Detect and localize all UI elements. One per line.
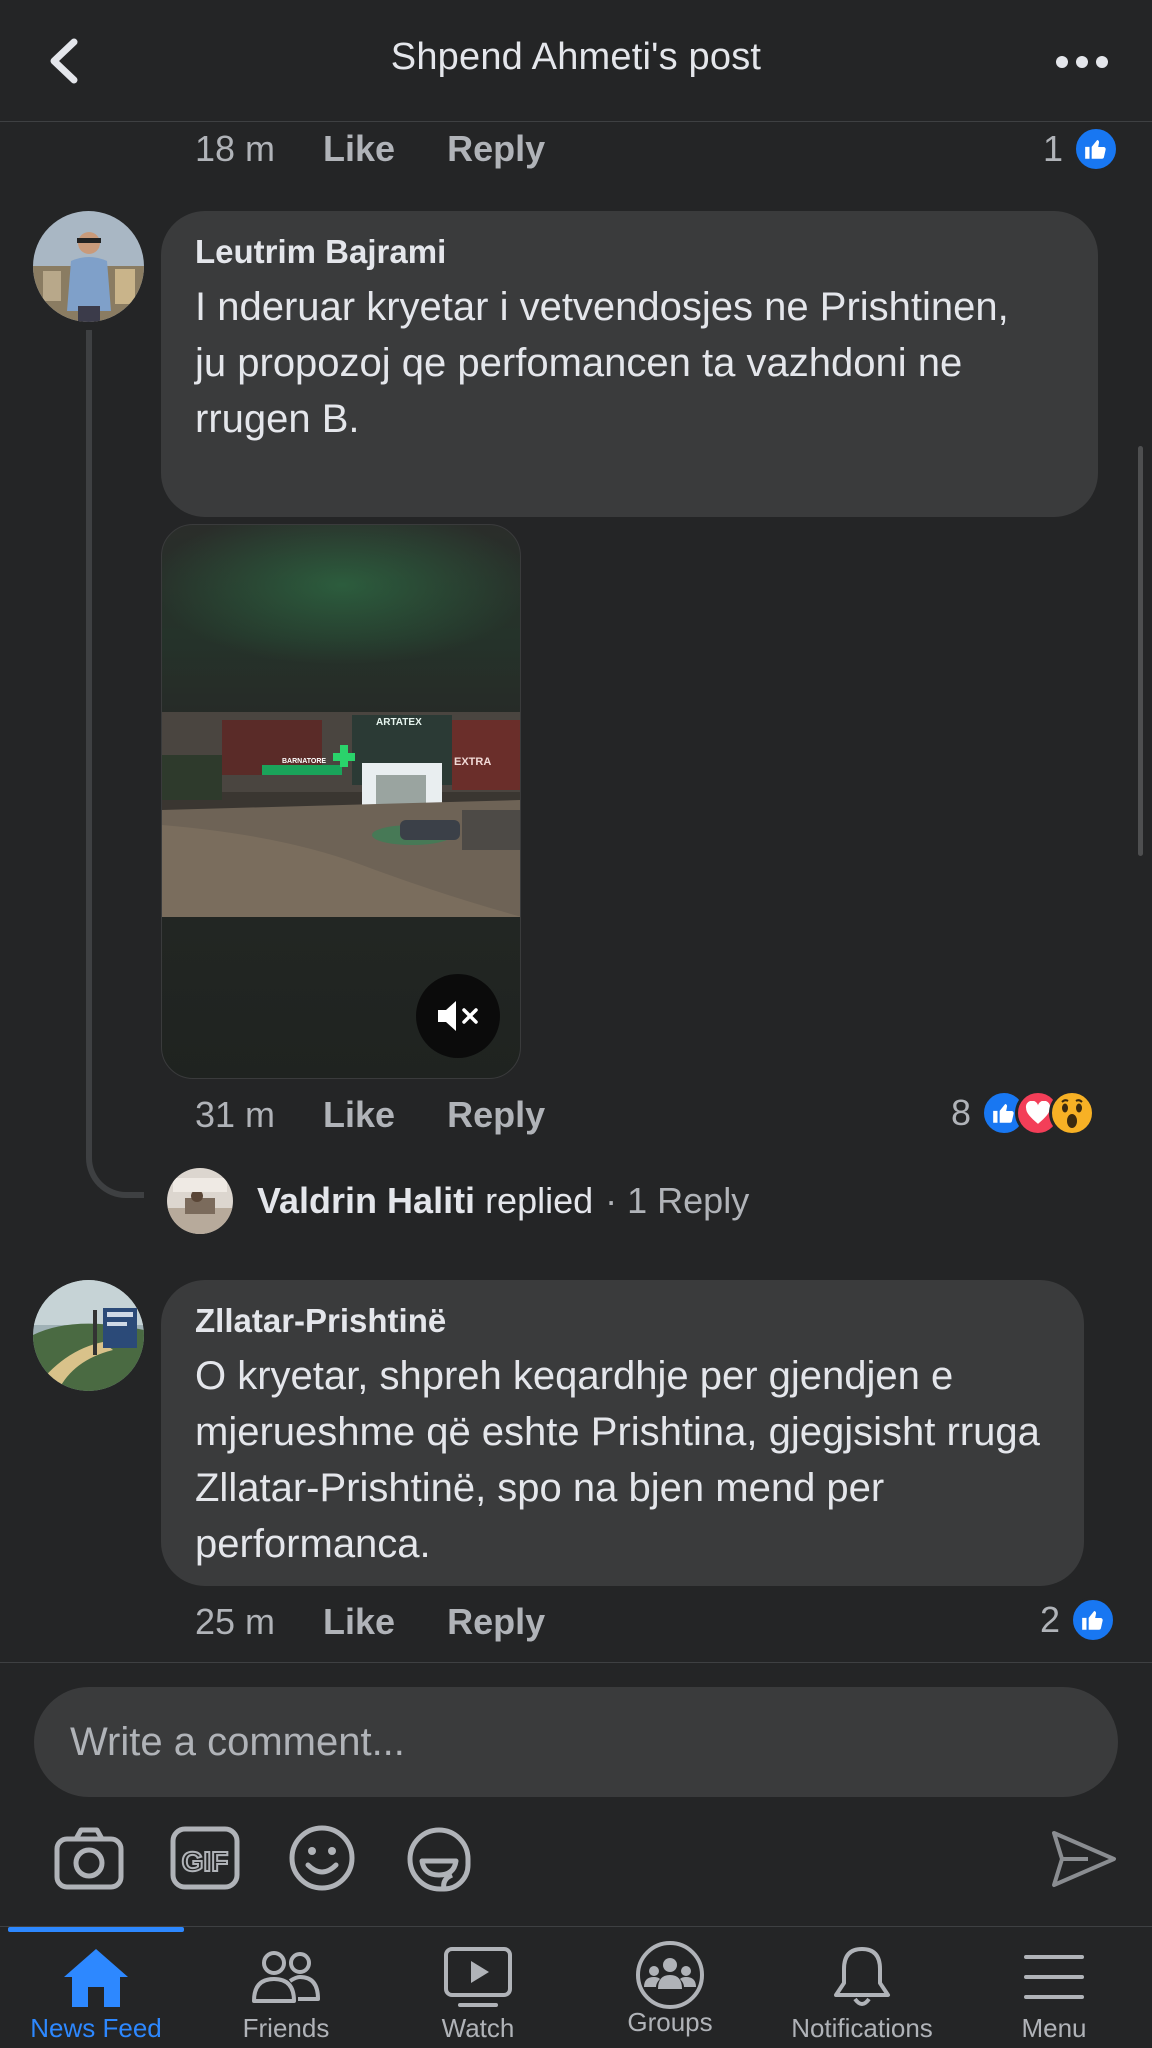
like-button[interactable]: Like xyxy=(323,128,395,170)
top-nav-bar: Shpend Ahmeti's post xyxy=(0,0,1152,122)
reply-action: replied xyxy=(485,1180,594,1221)
comment-bubble[interactable]: Zllatar-Prishtinë O kryetar, shpreh keqa… xyxy=(161,1280,1084,1586)
reaction-count: 1 xyxy=(1043,128,1064,169)
mute-toggle-button[interactable] xyxy=(416,974,500,1058)
scrollbar[interactable] xyxy=(1138,446,1143,856)
sticker-button[interactable] xyxy=(402,1821,476,1895)
home-icon xyxy=(64,1949,128,2007)
svg-text:GIF: GIF xyxy=(182,1846,229,1877)
post-comments-screen: Shpend Ahmeti's post 18 m Like Reply 1 L… xyxy=(0,0,1152,2048)
comment-composer: GIF xyxy=(0,1662,1152,1926)
video-sign-extra: EXTRA xyxy=(454,756,491,768)
sticker-icon xyxy=(407,1827,471,1892)
tab-friends[interactable]: Friends xyxy=(190,1937,382,2047)
tab-label: Menu xyxy=(1021,2013,1087,2043)
comment-author[interactable]: Zllatar-Prishtinë xyxy=(195,1302,1050,1340)
speaker-muted-icon xyxy=(438,1001,478,1031)
avatar[interactable] xyxy=(33,211,144,322)
comment-author[interactable]: Leutrim Bajrami xyxy=(195,233,1064,271)
more-horizontal-icon xyxy=(1056,56,1108,68)
active-tab-indicator xyxy=(8,1927,184,1932)
tab-groups[interactable]: Groups xyxy=(574,1937,766,2047)
gif-icon: GIF xyxy=(170,1826,240,1890)
menu-icon xyxy=(1024,1955,1084,1999)
reply-button[interactable]: Reply xyxy=(447,1601,545,1643)
gif-button[interactable]: GIF xyxy=(168,1821,242,1895)
reply-preview[interactable]: Valdrin Haliti replied · 1 Reply xyxy=(257,1178,749,1224)
reaction-summary[interactable]: 1 xyxy=(1043,124,1120,174)
send-button[interactable] xyxy=(1048,1823,1120,1895)
video-sign-barnatore: BARNATORE xyxy=(282,758,326,765)
comment-input[interactable] xyxy=(34,1687,1118,1797)
reaction-count: 2 xyxy=(1040,1599,1061,1640)
avatar-photo xyxy=(167,1168,233,1234)
reply-author[interactable]: Valdrin Haliti xyxy=(257,1180,475,1222)
comment-bubble[interactable]: Leutrim Bajrami I nderuar kryetar i vetv… xyxy=(161,211,1098,517)
like-reaction-icon xyxy=(1070,1597,1117,1643)
like-button[interactable]: Like xyxy=(323,1601,395,1643)
comment-text: I nderuar kryetar i vetvendosjes ne Pris… xyxy=(195,285,1009,441)
bottom-tab-bar: News Feed Friends Watch Groups Notificat… xyxy=(0,1926,1152,2048)
avatar[interactable] xyxy=(33,1280,144,1391)
wow-reaction-icon xyxy=(1049,1090,1096,1136)
video-sign-artatex: ARTATEX xyxy=(376,717,422,728)
like-button[interactable]: Like xyxy=(323,1094,395,1136)
reply-button[interactable]: Reply xyxy=(447,1094,545,1136)
like-reaction-icon xyxy=(1073,126,1120,172)
camera-button[interactable] xyxy=(52,1821,126,1895)
groups-icon xyxy=(636,1941,704,2009)
tab-label: Friends xyxy=(242,2013,330,2043)
tab-watch[interactable]: Watch xyxy=(382,1937,574,2047)
tab-label: News Feed xyxy=(30,2013,162,2043)
comment-time: 18 m xyxy=(195,128,276,169)
comment-meta-previous: 18 m Like Reply xyxy=(195,124,597,174)
reaction-summary[interactable]: 2 xyxy=(1040,1595,1117,1645)
comment-time: 25 m xyxy=(195,1601,276,1642)
reaction-summary[interactable]: 8 xyxy=(951,1088,1096,1138)
tab-label: Notifications xyxy=(791,2013,933,2043)
avatar-photo xyxy=(33,1280,144,1391)
comment-meta: 31 m Like Reply xyxy=(195,1090,597,1140)
emoji-icon xyxy=(289,1825,355,1891)
comment-meta: 25 m Like Reply xyxy=(195,1597,597,1647)
avatar-photo xyxy=(33,211,144,322)
reply-count[interactable]: · 1 Reply xyxy=(605,1180,749,1222)
reaction-count: 8 xyxy=(951,1092,972,1133)
more-options-button[interactable] xyxy=(1052,44,1112,80)
tab-news-feed[interactable]: News Feed xyxy=(0,1937,192,2047)
thread-connector-line xyxy=(86,330,144,1198)
friends-icon xyxy=(252,1951,320,2003)
watch-icon xyxy=(444,1947,512,2007)
emoji-button[interactable] xyxy=(285,1821,359,1895)
tab-label: Watch xyxy=(441,2013,515,2043)
video-attachment[interactable]: ARTATEX BARNATORE EXTRA xyxy=(161,524,521,1079)
bell-icon xyxy=(834,1947,890,2006)
camera-icon xyxy=(54,1827,124,1890)
page-title: Shpend Ahmeti's post xyxy=(390,36,762,78)
comment-text: O kryetar, shpreh keqardhje per gjendjen… xyxy=(195,1354,1040,1566)
tab-menu[interactable]: Menu xyxy=(958,1937,1150,2047)
comment-time: 31 m xyxy=(195,1094,276,1135)
tab-label: Groups xyxy=(627,2007,713,2037)
avatar[interactable] xyxy=(167,1168,233,1234)
reply-button[interactable]: Reply xyxy=(447,128,545,170)
tab-notifications[interactable]: Notifications xyxy=(766,1937,958,2047)
send-icon xyxy=(1052,1831,1116,1887)
